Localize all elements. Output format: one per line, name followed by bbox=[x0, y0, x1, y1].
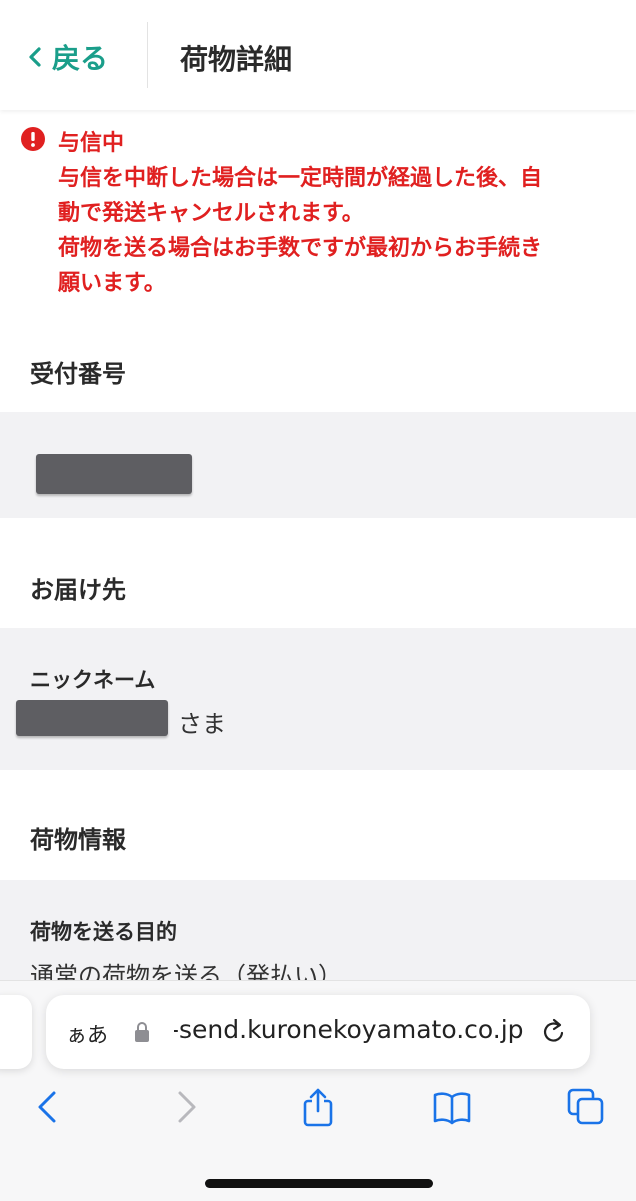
receipt-number-title: 受付番号 bbox=[30, 360, 126, 388]
bookmarks-icon[interactable] bbox=[432, 1087, 472, 1127]
url-overflow-mask bbox=[164, 1013, 174, 1049]
header-divider bbox=[147, 22, 148, 88]
redacted-nickname bbox=[16, 700, 168, 736]
tabs-icon[interactable] bbox=[566, 1087, 606, 1127]
back-arrow-icon[interactable] bbox=[28, 1087, 68, 1127]
receipt-number-band bbox=[0, 412, 636, 518]
share-icon[interactable] bbox=[298, 1087, 338, 1127]
app-header: 戻る 荷物詳細 bbox=[0, 0, 636, 110]
url-text[interactable]: -send.kuronekoyamato.co.jp bbox=[170, 1015, 524, 1044]
address-bar[interactable]: ぁあ -send.kuronekoyamato.co.jp bbox=[46, 995, 590, 1069]
redacted-receipt-number bbox=[36, 454, 192, 494]
page-settings-button[interactable]: ぁあ bbox=[66, 1019, 108, 1049]
package-info-title: 荷物情報 bbox=[30, 826, 126, 854]
forward-arrow-icon[interactable] bbox=[166, 1087, 206, 1127]
nickname-label: ニックネーム bbox=[30, 668, 156, 692]
browser-bottom-bar: ぁあ -send.kuronekoyamato.co.jp bbox=[0, 980, 636, 1201]
previous-tab-preview[interactable] bbox=[0, 995, 32, 1069]
lock-icon bbox=[135, 1022, 149, 1042]
page-title: 荷物詳細 bbox=[180, 43, 293, 76]
alert-heading: 与信中 bbox=[58, 131, 125, 156]
exclamation-circle-icon bbox=[21, 127, 45, 151]
credit-alert: 与信中 与信を中断した場合は一定時間が経過した後、自 動で発送キャンセルされます… bbox=[20, 126, 610, 301]
purpose-label: 荷物を送る目的 bbox=[30, 920, 177, 944]
destination-band: ニックネーム さま bbox=[0, 628, 636, 770]
chevron-left-icon bbox=[29, 47, 41, 67]
back-button[interactable]: 戻る bbox=[26, 38, 108, 76]
package-info-band: 荷物を送る目的 通常の荷物を送る（発払い） bbox=[0, 880, 636, 990]
reload-icon[interactable] bbox=[540, 1017, 568, 1047]
honorific-text: さま bbox=[178, 710, 226, 738]
home-indicator[interactable] bbox=[205, 1179, 433, 1188]
destination-title: お届け先 bbox=[30, 576, 126, 604]
alert-message-cancel: 与信を中断した場合は一定時間が経過した後、自 動で発送キャンセルされます。 bbox=[58, 166, 543, 226]
back-label: 戻る bbox=[52, 42, 109, 75]
alert-message-retry: 荷物を送る場合はお手数ですが最初からお手続き 願います。 bbox=[58, 236, 543, 296]
